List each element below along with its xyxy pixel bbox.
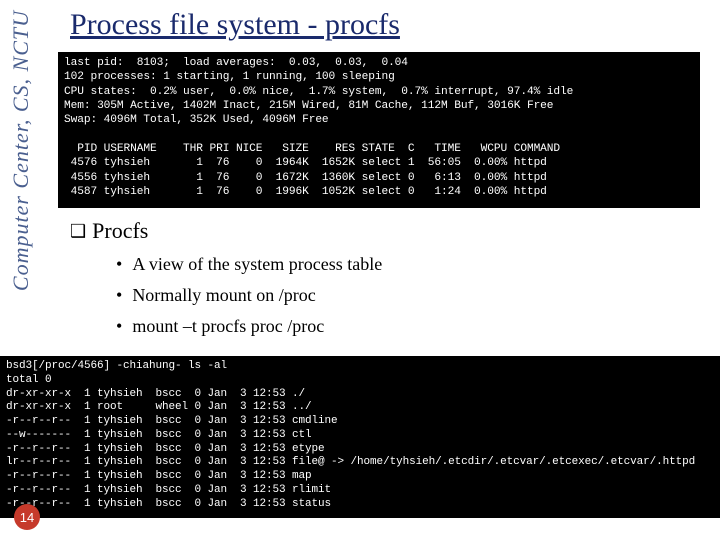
terminal-top-output: last pid: 8103; load averages: 0.03, 0.0… [58, 52, 700, 208]
bullet-list: A view of the system process table Norma… [116, 254, 382, 347]
bullet-square-icon: ❑ [70, 221, 86, 242]
bullet-item: A view of the system process table [116, 254, 382, 275]
sidebar-org-label: Computer Center, CS, NCTU [8, 10, 34, 291]
page-title: Process file system - procfs [70, 8, 400, 42]
page-number-badge: 14 [14, 504, 40, 530]
terminal-ls-output: bsd3[/proc/4566] -chiahung- ls -al total… [0, 356, 720, 518]
section-heading: ❑ Procfs [70, 218, 148, 244]
bullet-item: Normally mount on /proc [116, 285, 382, 306]
section-heading-text: Procfs [92, 218, 148, 243]
bullet-item: mount –t procfs proc /proc [116, 316, 382, 337]
